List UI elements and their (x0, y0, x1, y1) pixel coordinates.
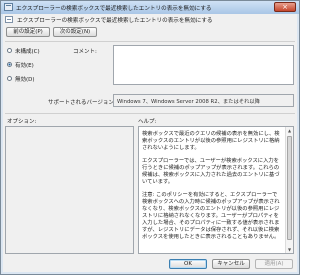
previous-setting-button[interactable]: 前の設定(P) (6, 27, 50, 37)
supported-field: Windows 7、Windows Server 2008 R2、またはそれ以降 (113, 94, 294, 107)
help-text: 検索ボックスで最近のクエリの候補の表示を無効にし、検索ボックスのエントリが以後の… (142, 131, 282, 247)
policy-dialog-window: エクスプローラーの検索ボックスで最近検索したエントリの表示を無効にする × エク… (0, 0, 300, 275)
radio-not-configured[interactable]: 未構成(C) (7, 47, 57, 55)
next-setting-button[interactable]: 次の設定(N) (53, 27, 97, 37)
close-button[interactable]: × (274, 2, 296, 12)
policy-header: エクスプローラーの検索ボックスで最近検索したエントリの表示を無効にする (5, 16, 295, 24)
divider (5, 113, 295, 114)
radio-enabled-circle[interactable] (7, 62, 12, 67)
radio-enabled-label: 有効(E) (15, 63, 34, 69)
dialog-client-area: エクスプローラーの検索ボックスで最近検索したエントリの表示を無効にする 前の設定… (3, 14, 297, 272)
radio-not-configured-label: 未構成(C) (15, 49, 40, 55)
divider (5, 41, 295, 42)
scroll-up-arrow-icon[interactable]: ▲ (286, 127, 293, 134)
window-title: エクスプローラーの検索ボックスで最近検索したエントリの表示を無効にする (16, 6, 212, 12)
policy-title: エクスプローラーの検索ボックスで最近検索したエントリの表示を無効にする (17, 18, 213, 24)
help-label: ヘルプ: (138, 119, 157, 125)
help-panel[interactable]: 検索ボックスで最近のクエリの候補の表示を無効にし、検索ボックスのエントリが以後の… (138, 126, 294, 254)
help-paragraph: 検索ボックスで最近のクエリの候補の表示を無効にし、検索ボックスのエントリが以後の… (142, 131, 280, 151)
apply-button[interactable]: 適用(A) (255, 259, 293, 269)
ok-button[interactable]: OK (169, 259, 207, 269)
comment-textarea[interactable] (113, 45, 294, 85)
radio-not-configured-circle[interactable] (7, 48, 12, 53)
cancel-button[interactable]: キャンセル (212, 259, 250, 269)
help-scrollbar[interactable]: ▲ ▼ (285, 127, 293, 253)
supported-label: サポートされるバージョン: (48, 100, 116, 106)
help-paragraph: エクスプローラーでは、ユーザーが検索ボックスに入力を行うときに候補のポップアップ… (142, 158, 280, 185)
radio-disabled-circle[interactable] (7, 76, 12, 81)
radio-enabled[interactable]: 有効(E) (7, 61, 57, 69)
help-paragraph: 注意: このポリシーを有効にすると、エクスプローラーで検索ボックスへの入力時に候… (142, 192, 280, 240)
options-label: オプション: (7, 119, 37, 125)
radio-disabled-label: 無効(D) (15, 77, 35, 83)
radio-disabled[interactable]: 無効(D) (7, 75, 57, 83)
setting-icon (5, 16, 13, 23)
policy-settings-icon (4, 3, 13, 11)
dialog-footer: OK キャンセル 適用(A) (3, 257, 297, 272)
scroll-down-arrow-icon[interactable]: ▼ (286, 246, 293, 253)
comment-label: コメント: (73, 49, 97, 55)
options-panel (5, 126, 134, 254)
title-bar[interactable]: エクスプローラーの検索ボックスで最近検索したエントリの表示を無効にする × (1, 1, 299, 14)
scroll-thumb[interactable] (287, 136, 292, 240)
supported-value: Windows 7、Windows Server 2008 R2、またはそれ以降 (117, 99, 260, 105)
